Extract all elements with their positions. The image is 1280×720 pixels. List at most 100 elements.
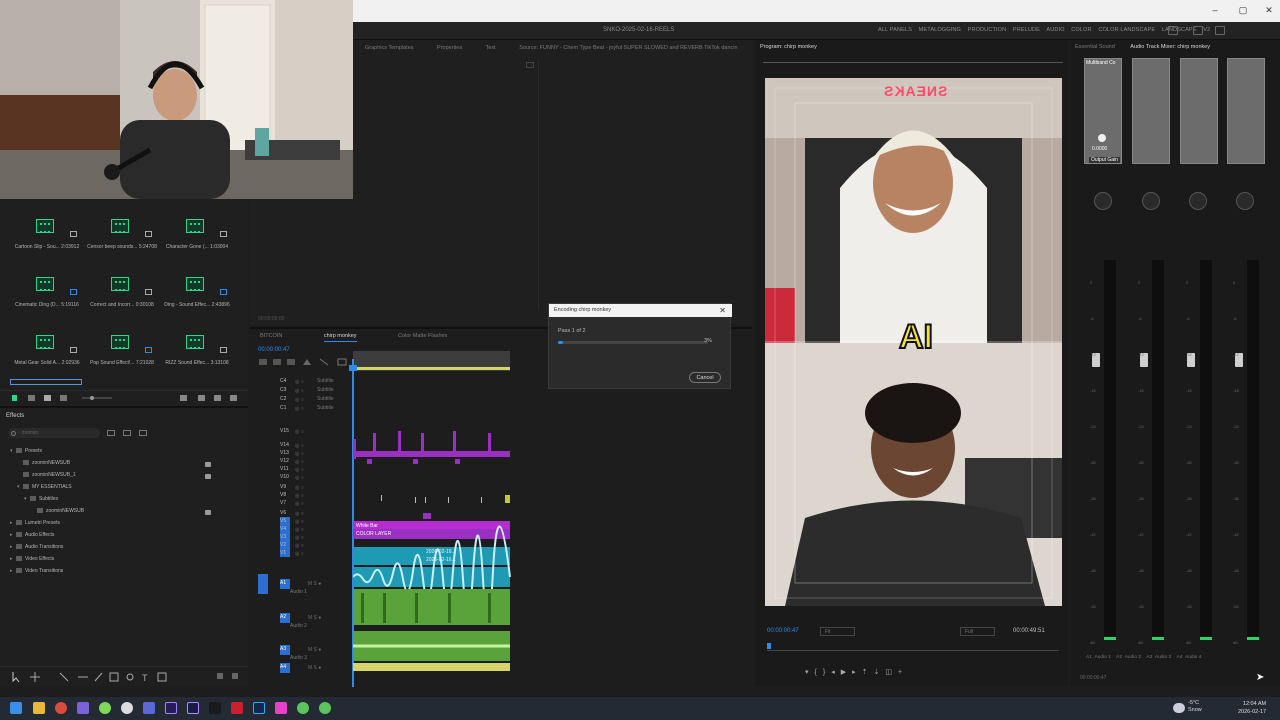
tab-essential-sound[interactable]: Essential Sound (1075, 44, 1115, 50)
after-effects-icon[interactable] (187, 702, 199, 714)
bin-clip[interactable]: Censor beep sounds... 5:24708 (85, 219, 159, 275)
lift-icon[interactable]: ⇡ (862, 669, 874, 676)
minimize-icon[interactable]: – (1208, 4, 1222, 16)
program-title[interactable]: Program: chirp monkey (760, 44, 817, 50)
workspace-v2[interactable]: V2 (1203, 27, 1210, 33)
close-icon[interactable]: ✕ (719, 306, 726, 315)
step-forward-icon[interactable]: ▸ (852, 669, 862, 676)
effects-tree-item[interactable]: ▸ Video Effects (10, 556, 54, 562)
bin-clip[interactable]: RIZZ Sound Effec... 3:13108 (160, 335, 234, 391)
effects-tree-item[interactable]: zoominNEWSUB (31, 508, 84, 514)
app-icon[interactable] (319, 702, 331, 714)
out-point-icon[interactable]: } (823, 669, 831, 676)
bin-clip[interactable]: Character Gone (... 1:03004 (160, 219, 234, 275)
effect-strip-2[interactable] (1132, 58, 1170, 164)
app-icon[interactable] (275, 702, 287, 714)
workspace-menu-icon[interactable] (1215, 26, 1225, 35)
clip-date-1[interactable]: 2026-02-16... (426, 549, 456, 555)
app-icon[interactable] (297, 702, 309, 714)
bin-clip[interactable]: Correct and Incorr... 0:30108 (85, 277, 159, 333)
export-frame-icon[interactable]: ◫ (885, 669, 898, 676)
effects-tree-item[interactable]: zoominNEWSUB_1 (17, 472, 76, 478)
audio-source-patch[interactable] (258, 574, 268, 594)
clip-white-bar[interactable]: White Bar (356, 523, 378, 529)
bin-clip[interactable]: Pop Sound Effect!... 7:21028 (85, 335, 159, 391)
32bit-effects-icon[interactable] (123, 430, 131, 436)
close-icon[interactable]: ✕ (1262, 4, 1276, 16)
workspace-production[interactable]: PRODUCTION (968, 27, 1007, 33)
resolution-select[interactable]: Full (960, 627, 995, 636)
quick-export-icon[interactable] (1168, 26, 1178, 35)
tab-chirp-monkey[interactable]: chirp monkey (323, 333, 357, 342)
eye-icon[interactable]: ◎ ○ (295, 406, 304, 412)
source-settings-icon[interactable] (526, 62, 534, 68)
app-icon[interactable] (99, 702, 111, 714)
pan-knob[interactable] (1142, 192, 1160, 210)
step-back-icon[interactable]: ◂ (831, 669, 841, 676)
app-icon[interactable] (231, 702, 243, 714)
timeline-timecode[interactable]: 00:00:00:47 (258, 347, 290, 353)
file-explorer-icon[interactable] (33, 702, 45, 714)
workspace-prelude[interactable]: PRELUDE (1013, 27, 1040, 33)
video-track-header[interactable]: C1 ◎ ○ Subtitle (250, 404, 740, 412)
effects-tree-item[interactable]: zoominNEWSUB (17, 460, 70, 466)
tab-audio-track-mixer[interactable]: Audio Track Mixer: chirp monkey (1130, 44, 1210, 50)
workspace-all-panels[interactable]: ALL PANELS (878, 27, 912, 33)
weather-widget[interactable]: -5°C Snow (1188, 700, 1202, 714)
mute-solo-icon[interactable]: M S ● (308, 665, 321, 671)
eye-icon[interactable]: ◎ ○ (295, 429, 304, 435)
cancel-button[interactable]: Cancel (689, 372, 721, 383)
workspace-color[interactable]: COLOR (1071, 27, 1091, 33)
tab-text[interactable]: Text (486, 45, 496, 51)
mute-solo-icon[interactable]: M S ● (308, 615, 321, 621)
scrubber-playhead[interactable] (767, 643, 771, 649)
effects-tree-item[interactable]: ▸ Audio Transitions (10, 544, 63, 550)
clip-date-2[interactable]: 2026-02-16... (426, 557, 456, 563)
workspace-metalogging[interactable]: METALOGGING (919, 27, 961, 33)
accelerated-effects-icon[interactable] (107, 430, 115, 436)
effects-tree-item[interactable]: ▸ Lumetri Presets (10, 520, 60, 526)
marker-icon[interactable]: ▾ (805, 669, 815, 676)
share-icon[interactable] (1193, 26, 1203, 35)
effects-tree-item[interactable]: ▾ Subtitles (24, 496, 58, 502)
eye-icon[interactable]: ◎ ○ (295, 379, 304, 385)
add-icon[interactable]: + (898, 669, 908, 676)
photoshop-icon[interactable] (253, 702, 265, 714)
pan-knob[interactable] (1236, 192, 1254, 210)
pan-knob[interactable] (1189, 192, 1207, 210)
app-icon[interactable] (121, 702, 133, 714)
bin-tool-icons[interactable] (0, 391, 248, 405)
tab-bitcoin[interactable]: BITCOIN (260, 333, 282, 339)
bin-clip[interactable]: Cartoon Slip - Sou... 2:03912 (10, 219, 84, 275)
program-timecode[interactable]: 00:00:00:47 (767, 628, 799, 634)
effect-strip-4[interactable] (1227, 58, 1265, 164)
taskbar-clock[interactable]: 12:04 AM 2026-02-17 (1238, 700, 1266, 716)
timeline-tool-icons[interactable] (258, 357, 348, 367)
effects-tree-item[interactable]: ▸ Audio Effects (10, 532, 54, 538)
effects-tree-item[interactable]: ▾ Presets (10, 448, 42, 454)
app-icon[interactable] (209, 702, 221, 714)
effects-tree-item[interactable]: ▸ Video Transitions (10, 568, 63, 574)
tab-properties[interactable]: Properties (437, 45, 462, 51)
program-scrubber[interactable] (767, 642, 1059, 651)
extract-icon[interactable]: ⇣ (874, 669, 886, 676)
output-gain-knob[interactable] (1098, 134, 1106, 142)
bin-clip[interactable]: Cinematic Ding (D... 5:19116 (10, 277, 84, 333)
eye-icon[interactable]: ◎ ○ (295, 475, 304, 481)
app-icon[interactable] (143, 702, 155, 714)
in-point-icon[interactable]: { (815, 669, 823, 676)
mute-solo-icon[interactable]: M S ● (308, 647, 321, 653)
workspace-color-landscape[interactable]: COLOR LANDSCAPE (1098, 27, 1155, 33)
effects-search-input[interactable]: zoomin (8, 428, 100, 438)
playhead-handle[interactable] (349, 365, 357, 371)
eye-icon[interactable]: ◎ ○ (295, 388, 304, 394)
clip-color-layer[interactable]: COLOR LAYER (356, 531, 391, 537)
bin-clip[interactable]: Ding - Sound Effec... 2:43896 (160, 277, 234, 333)
tab-graphics-templates[interactable]: Graphics Templates (365, 45, 414, 51)
app-icon[interactable] (77, 702, 89, 714)
pan-knob[interactable] (1094, 192, 1112, 210)
start-icon[interactable] (10, 702, 22, 714)
tab-source[interactable]: Source: FUNNY - Chem Type Beat - joyful … (519, 45, 737, 51)
play-icon[interactable]: ▶ (841, 669, 852, 676)
premiere-pro-icon[interactable] (165, 702, 177, 714)
